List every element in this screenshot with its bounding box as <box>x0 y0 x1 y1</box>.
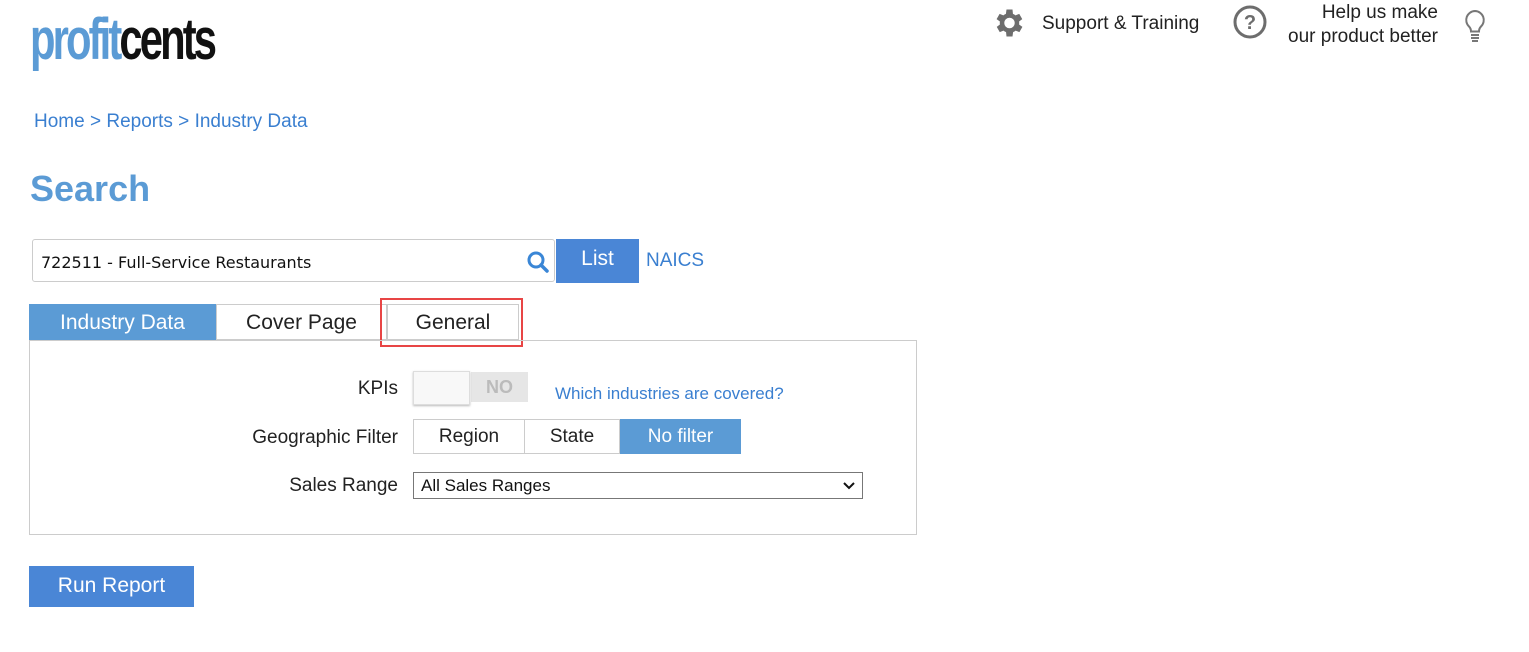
kpis-label: KPIs <box>357 378 398 399</box>
geo-state-button[interactable]: State <box>524 419 620 454</box>
geo-no-filter-button[interactable]: No filter <box>620 419 741 454</box>
sales-range-label: Sales Range <box>289 475 398 496</box>
geographic-filter-label: Geographic Filter <box>252 427 398 448</box>
search-icon[interactable] <box>526 250 550 279</box>
search-field[interactable] <box>32 239 555 282</box>
breadcrumb-reports[interactable]: Reports <box>106 111 173 132</box>
chevron-down-icon <box>842 479 856 497</box>
run-report-button[interactable]: Run Report <box>29 566 194 607</box>
breadcrumb: Home > Reports > Industry Data <box>34 111 308 132</box>
gear-icon[interactable] <box>990 5 1026 46</box>
list-button[interactable]: List <box>556 239 639 283</box>
profitcents-logo[interactable]: profitcents <box>30 10 217 70</box>
naics-link[interactable]: NAICS <box>646 250 704 272</box>
kpis-toggle[interactable]: NO <box>413 371 528 405</box>
sales-range-select[interactable]: All Sales Ranges <box>413 472 863 499</box>
support-training-link[interactable]: Support & Training <box>1042 13 1199 35</box>
svg-text:?: ? <box>1244 12 1256 34</box>
tab-cover-page[interactable]: Cover Page <box>216 304 387 340</box>
breadcrumb-industry-data[interactable]: Industry Data <box>195 111 308 132</box>
tab-industry-data[interactable]: Industry Data <box>29 304 216 340</box>
lightbulb-icon[interactable] <box>1462 8 1488 49</box>
search-input[interactable] <box>39 252 513 273</box>
breadcrumb-home[interactable]: Home <box>34 111 85 132</box>
feedback-link[interactable]: Help us make our product better <box>1260 1 1438 49</box>
page-title: Search <box>30 168 151 209</box>
toggle-knob <box>413 371 470 405</box>
which-industries-link[interactable]: Which industries are covered? <box>555 384 784 404</box>
geo-region-button[interactable]: Region <box>413 419 525 454</box>
